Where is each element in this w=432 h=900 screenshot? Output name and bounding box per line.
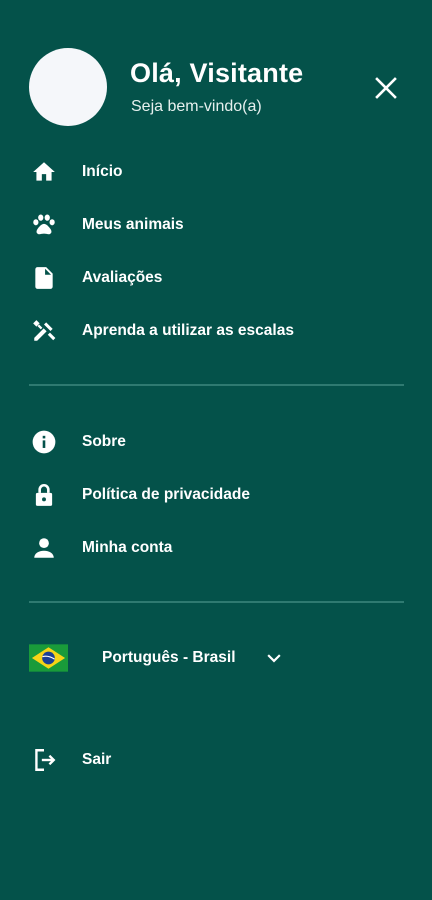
menu-item-label: Avaliações: [82, 269, 163, 286]
home-icon: [30, 158, 58, 186]
divider: [29, 601, 404, 603]
greeting-subtitle: Seja bem-vindo(a): [131, 98, 262, 115]
menu-item-minha-conta[interactable]: Minha conta: [0, 526, 432, 570]
paw-icon: [30, 211, 58, 239]
menu-item-meus-animais[interactable]: Meus animais: [0, 203, 432, 247]
brazil-flag-icon: [29, 644, 68, 672]
lock-icon: [30, 481, 58, 509]
menu-item-sair[interactable]: Sair: [0, 738, 432, 782]
info-icon: [30, 428, 58, 456]
menu-item-label: Aprenda a utilizar as escalas: [82, 322, 294, 339]
avatar[interactable]: [29, 48, 107, 126]
tools-icon: [30, 317, 58, 345]
menu-item-label: Início: [82, 163, 123, 180]
language-selected-value: Português - Brasil: [102, 649, 236, 666]
chevron-down-icon: [264, 648, 284, 668]
logout-icon: [30, 746, 58, 774]
divider: [29, 384, 404, 386]
menu-item-avaliacoes[interactable]: Avaliações: [0, 256, 432, 300]
menu-item-inicio[interactable]: Início: [0, 150, 432, 194]
close-button[interactable]: [368, 70, 404, 106]
menu-item-label: Política de privacidade: [82, 486, 250, 503]
menu-item-label: Sair: [82, 751, 112, 768]
language-dropdown[interactable]: Português - Brasil: [90, 640, 284, 676]
menu-item-aprenda-escalas[interactable]: Aprenda a utilizar as escalas: [0, 309, 432, 353]
greeting-title: Olá, Visitante: [130, 58, 304, 88]
person-icon: [30, 534, 58, 562]
menu-item-label: Sobre: [82, 433, 126, 450]
menu-item-sobre[interactable]: Sobre: [0, 420, 432, 464]
drawer-header: Olá, Visitante Seja bem-vindo(a): [0, 0, 432, 140]
language-row: Português - Brasil: [0, 636, 432, 680]
close-icon: [375, 77, 397, 99]
menu-item-label: Meus animais: [82, 216, 184, 233]
menu-item-politica-privacidade[interactable]: Política de privacidade: [0, 473, 432, 517]
menu-item-label: Minha conta: [82, 539, 173, 556]
document-icon: [30, 264, 58, 292]
